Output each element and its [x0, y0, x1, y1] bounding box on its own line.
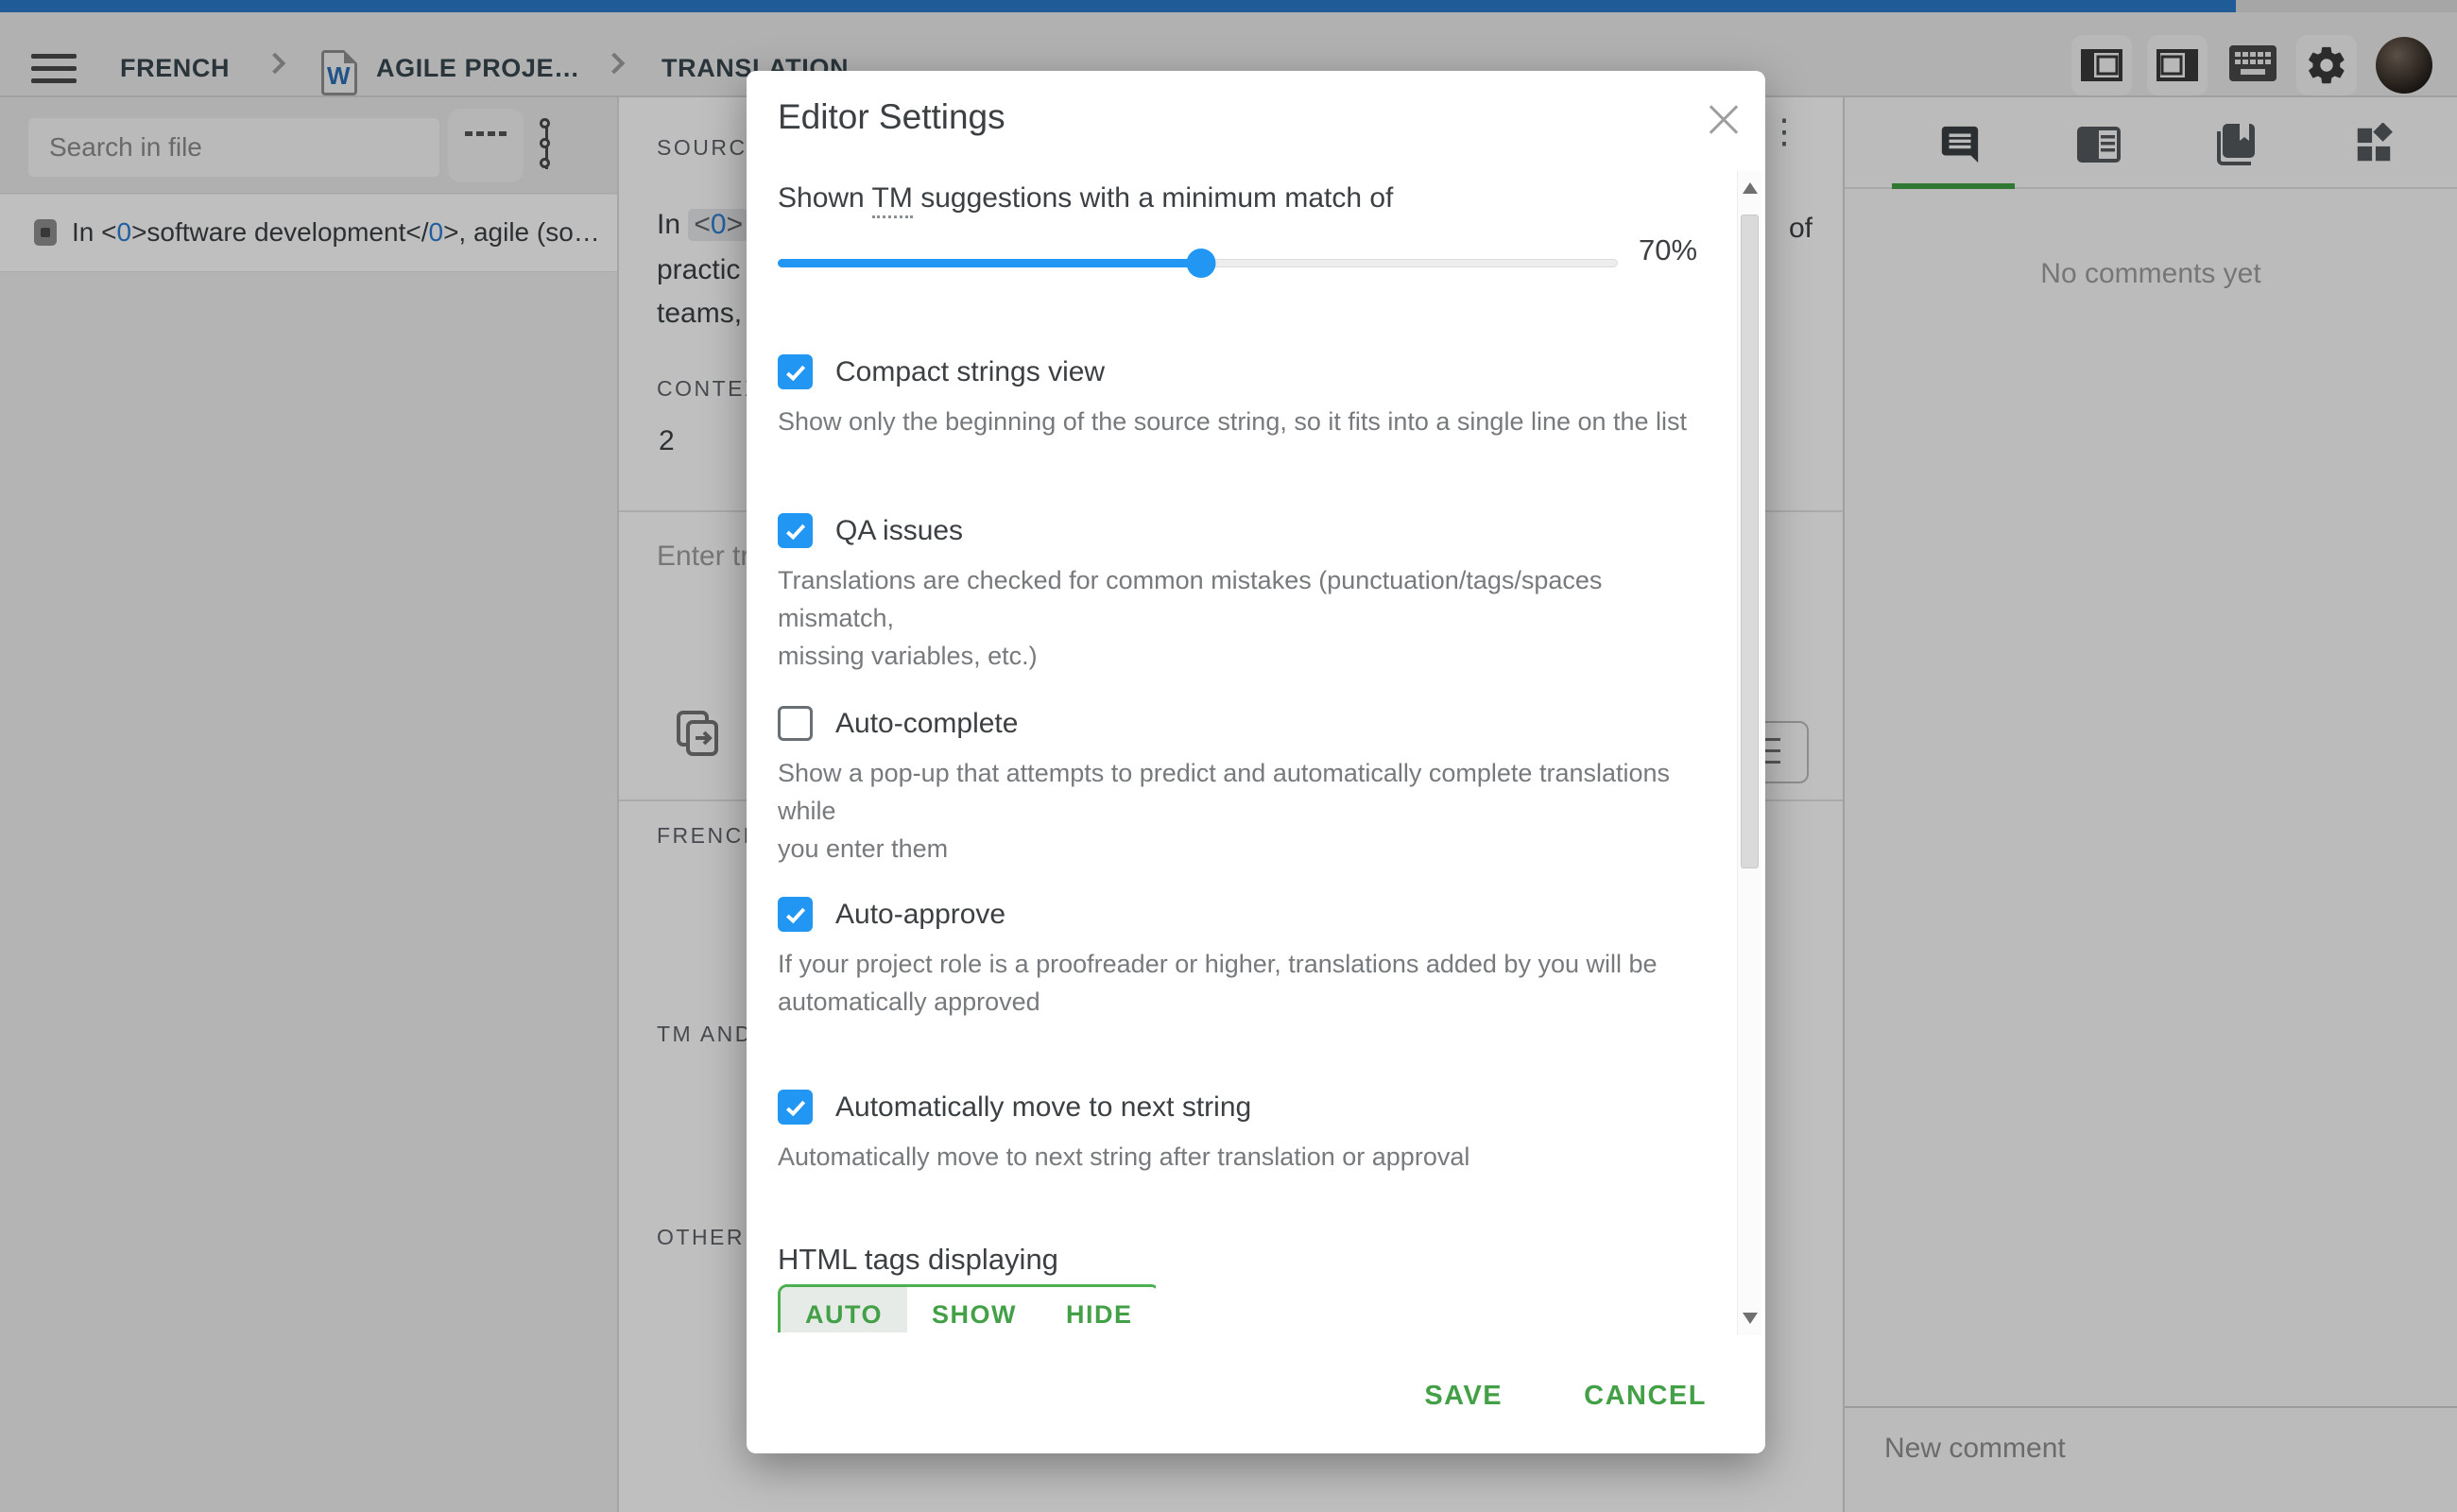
setting-description: Show only the beginning of the source st…	[778, 403, 1713, 440]
checkbox-icon[interactable]	[778, 513, 813, 548]
setting-compact-strings: Compact strings view Show only the begin…	[778, 354, 1713, 440]
modal-footer: SAVE CANCEL	[747, 1367, 1765, 1424]
checkbox-icon[interactable]	[778, 706, 813, 741]
slider-value: 70%	[1639, 233, 1697, 267]
editor-settings-modal: Editor Settings Shown TM suggestions wit…	[747, 71, 1765, 1453]
setting-description: Translations are checked for common mist…	[778, 561, 1713, 675]
setting-label: Automatically move to next string	[835, 1091, 1251, 1124]
setting-qa-issues: QA issues Translations are checked for c…	[778, 513, 1713, 675]
tm-slider-label: Shown TM suggestions with a minimum matc…	[778, 182, 1393, 215]
html-tags-option-auto[interactable]: AUTO	[781, 1287, 907, 1332]
html-tags-label: HTML tags displaying	[778, 1243, 1058, 1277]
modal-title: Editor Settings	[778, 97, 1005, 137]
checkbox-icon[interactable]	[778, 897, 813, 932]
cancel-button[interactable]: CANCEL	[1584, 1381, 1707, 1412]
slider-thumb[interactable]	[1187, 249, 1216, 278]
setting-toggle[interactable]: Auto-approve	[778, 897, 1713, 932]
setting-auto-move-next: Automatically move to next string Automa…	[778, 1090, 1713, 1176]
scrollbar-thumb[interactable]	[1741, 215, 1759, 868]
scroll-down-arrow[interactable]	[1743, 1313, 1758, 1324]
tm-match-slider[interactable]	[778, 249, 1618, 277]
setting-toggle[interactable]: Auto-complete	[778, 706, 1713, 741]
html-tags-segment-clip: AUTO SHOW HIDE	[778, 1284, 1156, 1332]
editor-screen: FRENCH W AGILE PROJE… TRANSLATION	[0, 0, 2457, 1512]
setting-description: Show a pop-up that attempts to predict a…	[778, 754, 1713, 868]
setting-label: QA issues	[835, 515, 963, 547]
setting-toggle[interactable]: QA issues	[778, 513, 1713, 548]
setting-label: Auto-approve	[835, 899, 1005, 931]
setting-description: If your project role is a proofreader or…	[778, 945, 1713, 1021]
modal-scrollbar[interactable]	[1737, 171, 1761, 1335]
setting-description: Automatically move to next string after …	[778, 1138, 1713, 1176]
setting-toggle[interactable]: Compact strings view	[778, 354, 1713, 389]
checkbox-icon[interactable]	[778, 1090, 813, 1125]
setting-auto-complete: Auto-complete Show a pop-up that attempt…	[778, 706, 1713, 868]
setting-auto-approve: Auto-approve If your project role is a p…	[778, 897, 1713, 1021]
setting-toggle[interactable]: Automatically move to next string	[778, 1090, 1713, 1125]
checkbox-icon[interactable]	[778, 354, 813, 389]
close-icon[interactable]	[1703, 99, 1744, 141]
html-tags-option-hide[interactable]: HIDE	[1041, 1287, 1156, 1332]
scroll-up-arrow[interactable]	[1743, 182, 1758, 194]
tm-abbr: TM	[872, 182, 913, 218]
save-button[interactable]: SAVE	[1424, 1381, 1503, 1412]
setting-label: Auto-complete	[835, 708, 1018, 740]
setting-label: Compact strings view	[835, 356, 1105, 388]
html-tags-option-show[interactable]: SHOW	[907, 1287, 1041, 1332]
slider-fill	[778, 259, 1201, 267]
html-tags-segmented-control: AUTO SHOW HIDE	[778, 1284, 1156, 1332]
